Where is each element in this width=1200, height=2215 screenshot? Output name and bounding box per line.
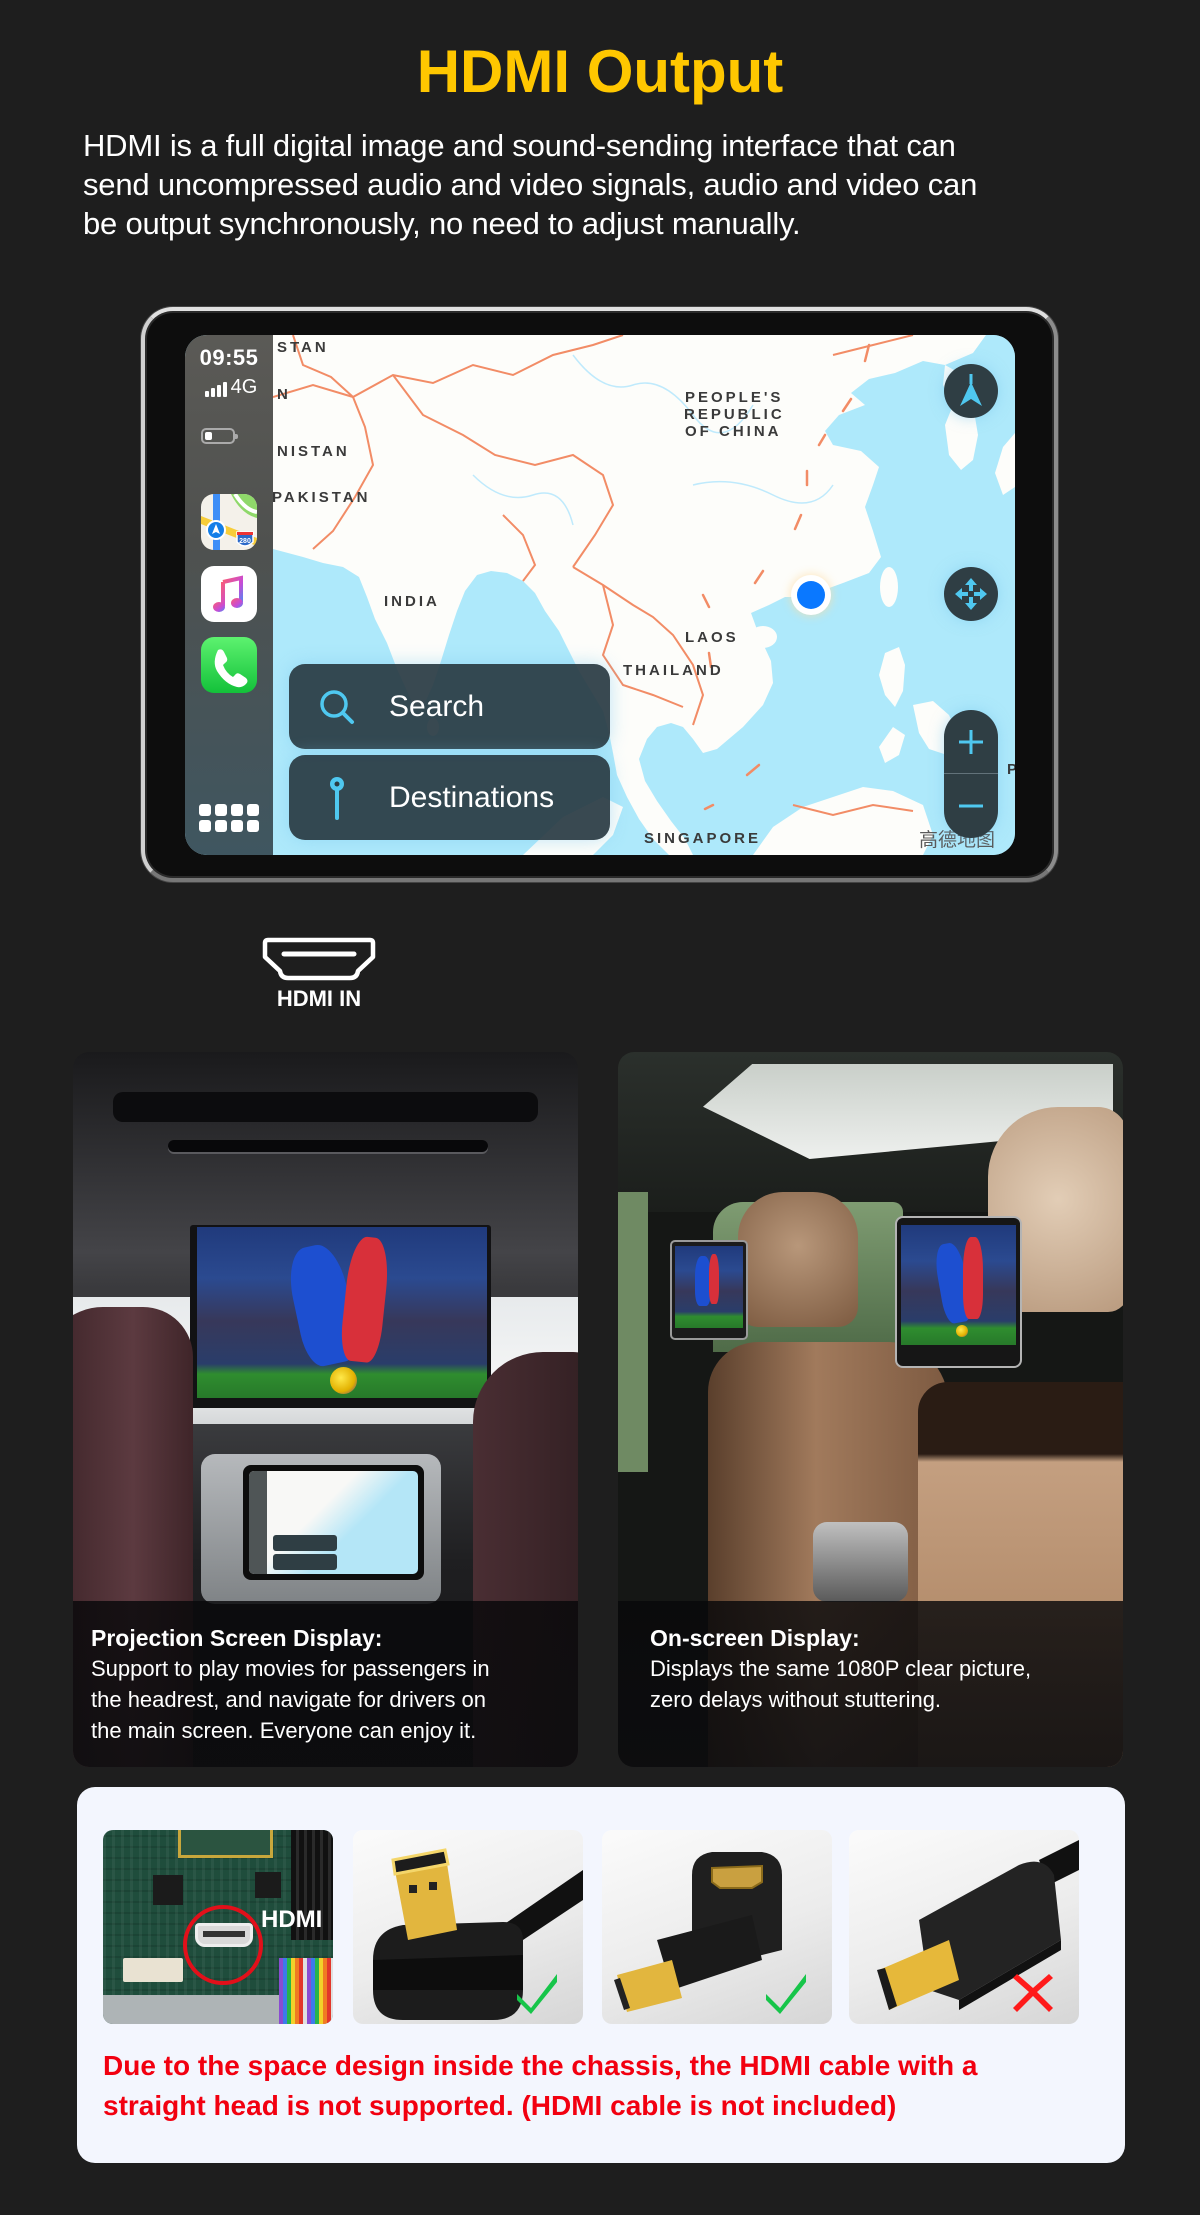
carplay-screen: 09:55 4G 280 STAN N NISTAN PAKISTAN INDI… xyxy=(185,335,1015,855)
ribbon-cable xyxy=(279,1958,333,2024)
map-label: THAILAND xyxy=(623,662,724,679)
large-monitor-video xyxy=(901,1225,1016,1345)
map-label: P xyxy=(1007,762,1015,777)
phone-app-icon[interactable] xyxy=(201,637,257,693)
feature-title: On-screen Display: xyxy=(650,1625,860,1651)
maps-app-icon[interactable]: 280 xyxy=(201,494,257,550)
straight-cable-tile xyxy=(849,1830,1079,2024)
battery-level xyxy=(205,432,212,440)
map-label: INDIA xyxy=(384,593,440,610)
map-label: PEOPLE'S xyxy=(685,389,784,406)
move-arrows-icon xyxy=(955,578,987,610)
plus-icon xyxy=(959,729,983,754)
notice-line: Due to the space design inside the chass… xyxy=(103,2050,978,2081)
rear-window xyxy=(618,1192,648,1472)
board-component xyxy=(178,1830,273,1858)
destinations-button[interactable]: Destinations xyxy=(289,755,610,840)
destinations-label: Destinations xyxy=(389,780,555,814)
compatibility-notice: Due to the space design inside the chass… xyxy=(103,2046,977,2126)
zoom-in-button[interactable] xyxy=(944,710,998,774)
chip xyxy=(255,1872,281,1898)
description-line: HDMI is a full digital image and sound-s… xyxy=(83,128,956,163)
description-line: be output synchronously, no need to adju… xyxy=(83,206,801,241)
pan-button[interactable] xyxy=(944,567,998,621)
map-land-taiwan xyxy=(880,567,898,607)
small-monitor-video xyxy=(675,1246,743,1328)
check-icon xyxy=(766,1974,806,2014)
cross-icon xyxy=(1013,1974,1053,2012)
status-network: 4G xyxy=(193,377,269,397)
large-headrest-monitor xyxy=(895,1216,1022,1368)
notice-line: straight head is not supported. (HDMI ca… xyxy=(103,2090,897,2121)
description-line: send uncompressed audio and video signal… xyxy=(83,167,978,202)
search-label: Search xyxy=(389,689,485,723)
pin-icon xyxy=(311,776,363,820)
music-app-icon[interactable] xyxy=(201,566,257,622)
dash-head-unit xyxy=(243,1465,424,1580)
soccer-ball xyxy=(330,1367,357,1394)
rear-air-vents xyxy=(813,1522,908,1602)
dash-destinations-button xyxy=(273,1554,337,1570)
map-land-hainan xyxy=(749,626,777,648)
svg-text:280: 280 xyxy=(239,538,251,545)
network-type: 4G xyxy=(230,376,258,398)
connector-header xyxy=(123,1958,183,1982)
compass-button[interactable] xyxy=(944,364,998,418)
feature-caption: On-screen Display: Displays the same 108… xyxy=(618,1601,1123,1767)
page-description: HDMI is a full digital image and sound-s… xyxy=(83,126,977,243)
search-button[interactable]: Search xyxy=(289,664,610,749)
overhead-light-bar xyxy=(168,1140,488,1152)
left-headrest xyxy=(738,1192,858,1327)
map-label: NISTAN xyxy=(277,443,350,460)
hdmi-compatibility-panel: HDMI Due to the space design inside the … xyxy=(77,1787,1125,2163)
dash-search-button xyxy=(273,1535,337,1551)
compass-arrow-icon xyxy=(960,374,982,406)
small-headrest-monitor xyxy=(670,1240,748,1340)
player-red xyxy=(963,1237,983,1319)
app-grid-icon[interactable] xyxy=(199,804,259,832)
right-angle-cable-tile xyxy=(353,1830,583,2024)
chip xyxy=(153,1875,183,1905)
map-label: N xyxy=(277,386,291,403)
map-label: OF CHINA xyxy=(685,423,782,440)
feature-text-line: zero delays without stuttering. xyxy=(650,1687,942,1712)
monitor-soccer-video xyxy=(197,1227,487,1398)
highlight-circle xyxy=(183,1905,263,1985)
carplay-sidebar: 09:55 4G 280 xyxy=(185,335,273,855)
battery-icon xyxy=(201,428,238,444)
product-feature-page: HDMI Output HDMI is a full digital image… xyxy=(0,0,1200,2215)
feature-text-line: Support to play movies for passengers in xyxy=(91,1656,490,1681)
player-red xyxy=(338,1235,392,1364)
page-title: HDMI Output xyxy=(416,38,784,105)
current-location-dot xyxy=(791,575,831,615)
feature-text-line: the headrest, and navigate for drivers o… xyxy=(91,1687,487,1712)
hdmi-in-label: HDMI IN xyxy=(276,986,362,1011)
player-red xyxy=(709,1254,719,1304)
map-label: SINGAPORE xyxy=(644,830,762,847)
map-label: PAKISTAN xyxy=(273,489,371,506)
right-angle-adapter-tile xyxy=(602,1830,832,2024)
feature-text-line: Displays the same 1080P clear picture, xyxy=(650,1656,1032,1681)
map-label: LAOS xyxy=(685,629,739,646)
on-screen-display-card: On-screen Display: Displays the same 108… xyxy=(618,1052,1123,1767)
search-icon xyxy=(311,687,363,727)
map-label: STAN xyxy=(277,339,329,356)
hdmi-port-icon xyxy=(262,937,376,981)
minus-icon xyxy=(959,804,983,808)
hdmi-board-label: HDMI xyxy=(261,1906,323,1933)
pcb-hdmi-port-tile: HDMI xyxy=(103,1830,333,2024)
feature-text-line: the main screen. Everyone can enjoy it. xyxy=(91,1718,477,1743)
map-label: REPUBLIC xyxy=(684,406,785,423)
roof-console xyxy=(113,1092,538,1122)
feature-caption: Projection Screen Display: Support to pl… xyxy=(73,1601,578,1767)
status-time: 09:55 xyxy=(199,345,259,370)
zoom-out-button[interactable] xyxy=(944,774,998,838)
projection-display-card: Projection Screen Display: Support to pl… xyxy=(73,1052,578,1767)
zoom-control xyxy=(944,710,998,838)
feature-title: Projection Screen Display: xyxy=(91,1625,383,1651)
signal-bars-icon xyxy=(204,381,227,397)
check-icon xyxy=(517,1974,557,2014)
dash-head-unit-sidebar xyxy=(249,1471,267,1574)
soccer-ball xyxy=(956,1325,968,1337)
